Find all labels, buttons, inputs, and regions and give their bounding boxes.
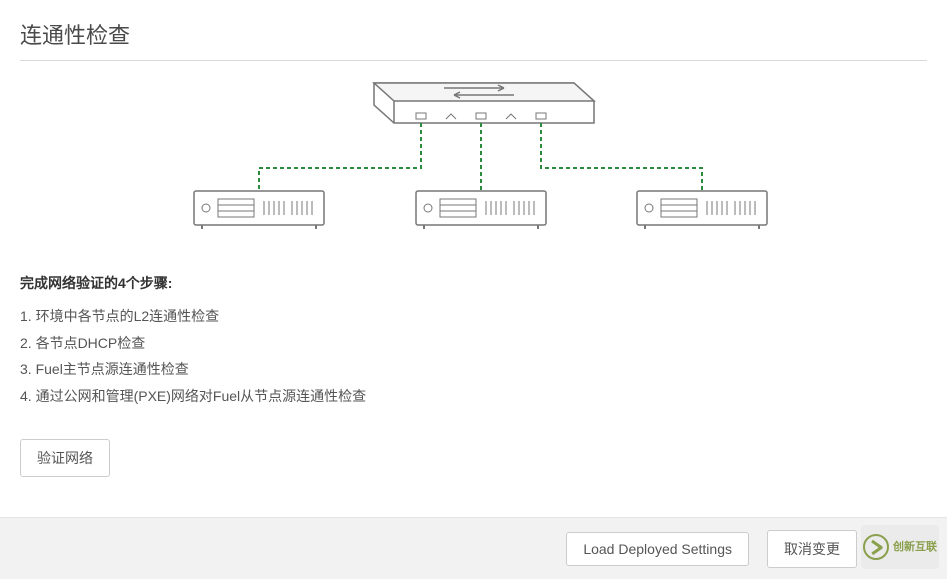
cancel-changes-button[interactable]: 取消变更 [767,530,857,568]
steps-heading: 完成网络验证的4个步骤: [20,273,927,293]
brand-logo-badge: 创新互联 [861,525,939,569]
server-node-icon [637,191,767,229]
page-title: 连通性检查 [20,18,927,61]
footer-bar: Load Deployed Settings 取消变更 [0,517,947,579]
step-item: 4. 通过公网和管理(PXE)网络对Fuel从节点源连通性检查 [20,383,927,410]
topology-svg [154,73,794,243]
network-cables [259,123,702,191]
brand-logo-text: 创新互联 [893,542,937,553]
server-node-icon [416,191,546,229]
server-node-icon [194,191,324,229]
load-deployed-settings-button[interactable]: Load Deployed Settings [566,532,749,566]
verify-network-button[interactable]: 验证网络 [20,439,110,477]
steps-list: 1. 环境中各节点的L2连通性检查 2. 各节点DHCP检查 3. Fuel主节… [20,303,927,409]
brand-logo-icon [863,534,889,560]
step-item: 2. 各节点DHCP检查 [20,330,927,357]
step-item: 3. Fuel主节点源连通性检查 [20,356,927,383]
network-topology-diagram [20,73,927,243]
switch-icon [374,83,594,123]
step-item: 1. 环境中各节点的L2连通性检查 [20,303,927,330]
